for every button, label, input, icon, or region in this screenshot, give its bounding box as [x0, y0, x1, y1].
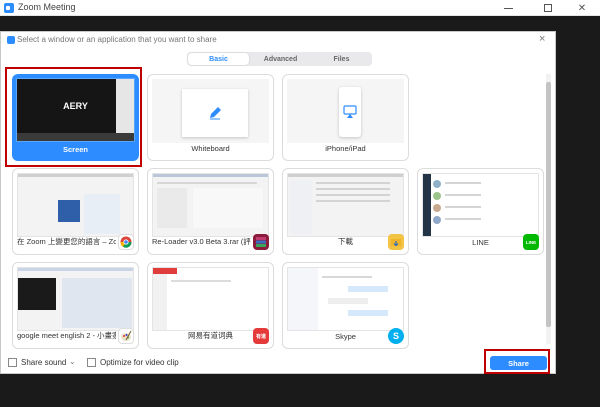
- scrollbar-thumb[interactable]: [546, 82, 551, 327]
- whiteboard-thumbnail: [152, 79, 269, 143]
- paint-icon: [118, 328, 134, 344]
- dialog-header: Select a window or an application that y…: [1, 32, 557, 48]
- tile-label: 在 Zoom 上變更您的語言 – Zoo...: [17, 237, 116, 246]
- tab-advanced[interactable]: Advanced: [250, 52, 311, 66]
- share-tile-chrome-window[interactable]: 在 Zoom 上變更您的語言 – Zoo...: [12, 168, 139, 255]
- dialog-hint: Select a window or an application that y…: [17, 35, 217, 44]
- window-title: Zoom Meeting: [18, 2, 76, 12]
- window-thumbnail: [287, 173, 404, 237]
- tile-label: LINE: [472, 238, 489, 247]
- tile-label: 下載: [338, 237, 353, 246]
- share-tile-winrar-window[interactable]: Re-Loader v3.0 Beta 3.rar (評估版): [147, 168, 274, 255]
- tile-label: 网易有道词典: [188, 331, 233, 340]
- share-tile-whiteboard[interactable]: Whiteboard: [147, 74, 274, 161]
- share-sound-label[interactable]: Share sound: [21, 358, 66, 367]
- tile-label: Whiteboard: [191, 144, 230, 153]
- close-icon: ✕: [577, 2, 587, 14]
- share-sound-checkbox[interactable]: [8, 358, 17, 367]
- airplay-icon: [343, 105, 357, 118]
- window-thumbnail: [152, 267, 269, 331]
- optimize-video-checkbox[interactable]: [87, 358, 96, 367]
- winrar-icon: [253, 234, 269, 250]
- ipad-thumbnail: [287, 79, 404, 143]
- window-thumbnail: [152, 173, 269, 237]
- share-tabs: Basic Advanced Files: [187, 52, 372, 66]
- minimize-icon: [503, 7, 513, 9]
- share-tile-youdao-window[interactable]: 有道 网易有道词典: [147, 262, 274, 349]
- window-thumbnail: [287, 267, 404, 331]
- chrome-icon: [118, 234, 134, 250]
- window-thumbnail: [17, 267, 134, 331]
- window-titlebar: Zoom Meeting ✕: [0, 0, 600, 16]
- tile-label: Skype: [335, 332, 356, 341]
- share-tile-paint-window[interactable]: google meet english 2 - 小畫家: [12, 262, 139, 349]
- tab-files[interactable]: Files: [311, 52, 372, 66]
- close-window-button[interactable]: ✕: [562, 0, 600, 16]
- optimize-video-label[interactable]: Optimize for video clip: [100, 358, 179, 367]
- tile-label: Re-Loader v3.0 Beta 3.rar (評估版): [152, 237, 251, 246]
- window-thumbnail: [17, 173, 134, 237]
- share-tile-line-window[interactable]: LINE LINE: [417, 168, 544, 255]
- share-tile-iphone-ipad[interactable]: iPhone/iPad: [282, 74, 409, 161]
- dialog-close-button[interactable]: ×: [539, 33, 545, 45]
- window-thumbnail: [422, 173, 539, 237]
- minimize-button[interactable]: [488, 0, 528, 16]
- zoom-app-icon: [4, 3, 14, 13]
- pen-icon: [210, 107, 221, 120]
- zoom-small-icon: [7, 36, 15, 44]
- share-highlight-box: [484, 349, 550, 374]
- share-tile-skype-window[interactable]: S Skype: [282, 262, 409, 349]
- maximize-icon: [544, 4, 552, 12]
- tiles-scrollbar[interactable]: [546, 74, 551, 344]
- dialog-footer: Share sound ⌄ Optimize for video clip Sh…: [1, 352, 557, 374]
- share-tile-downloads-window[interactable]: 下載: [282, 168, 409, 255]
- screen-highlight-box: [5, 67, 142, 167]
- tile-label: google meet english 2 - 小畫家: [17, 331, 116, 340]
- tile-label: iPhone/iPad: [325, 144, 366, 153]
- share-sound-dropdown[interactable]: ⌄: [69, 357, 76, 366]
- tab-basic[interactable]: Basic: [188, 53, 249, 65]
